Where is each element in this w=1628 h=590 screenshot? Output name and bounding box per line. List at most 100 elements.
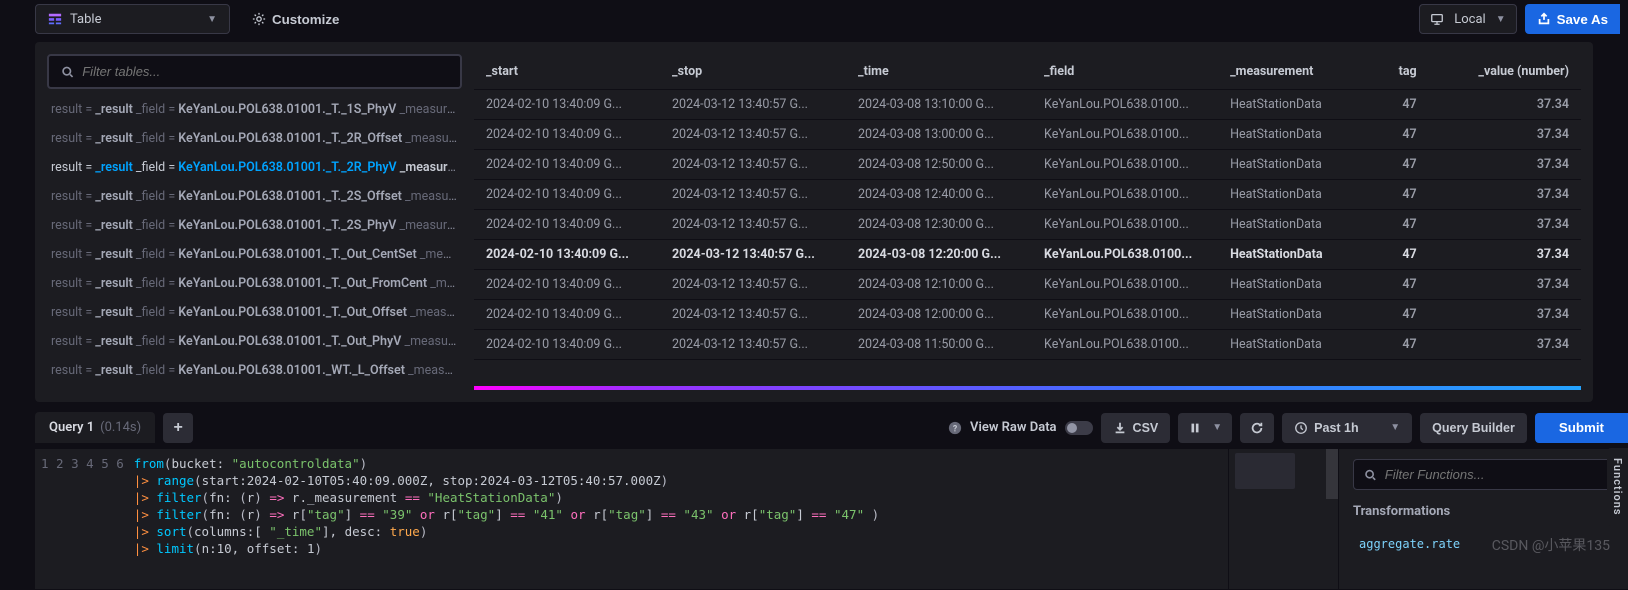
- table-cell: 2024-02-10 13:40:09 G...: [474, 270, 660, 300]
- pause-button[interactable]: ▼: [1178, 413, 1232, 443]
- table-row[interactable]: 2024-02-10 13:40:09 G...2024-03-12 13:40…: [474, 120, 1581, 150]
- table-row[interactable]: 2024-02-10 13:40:09 G...2024-03-12 13:40…: [474, 150, 1581, 180]
- query-tab[interactable]: Query 1 (0.14s): [35, 412, 155, 443]
- series-list-item[interactable]: result = _result _field = KeYanLou.POL63…: [47, 269, 462, 298]
- series-list-item[interactable]: result = _result _field = KeYanLou.POL63…: [47, 153, 462, 182]
- refresh-button[interactable]: [1240, 413, 1274, 443]
- column-header[interactable]: _field: [1032, 54, 1218, 90]
- table-cell: 2024-02-10 13:40:09 G...: [474, 330, 660, 360]
- table-cell: 2024-02-10 13:40:09 G...: [474, 120, 660, 150]
- save-as-label: Save As: [1557, 12, 1608, 27]
- table-cell: 2024-03-12 13:40:57 G...: [660, 210, 846, 240]
- download-icon: [1113, 421, 1127, 435]
- svg-text:?: ?: [953, 424, 958, 434]
- table-row[interactable]: 2024-02-10 13:40:09 G...2024-03-12 13:40…: [474, 210, 1581, 240]
- column-header[interactable]: _time: [846, 54, 1032, 90]
- csv-button[interactable]: CSV: [1101, 413, 1171, 443]
- table-cell: 2024-03-08 12:20:00 G...: [846, 240, 1032, 270]
- table-cell: 47: [1373, 120, 1429, 150]
- column-header[interactable]: _measurement: [1218, 54, 1373, 90]
- flux-editor[interactable]: from(bucket: "autocontroldata") |> range…: [134, 449, 1228, 589]
- column-header[interactable]: _start: [474, 54, 660, 90]
- view-type-dropdown[interactable]: Table ▼: [35, 4, 230, 34]
- table-row[interactable]: 2024-02-10 13:40:09 G...2024-03-12 13:40…: [474, 270, 1581, 300]
- query-header: Query 1 (0.14s) + ? View Raw Data CSV ▼ …: [0, 406, 1628, 449]
- minimap-viewport: [1326, 449, 1338, 499]
- column-header[interactable]: tag: [1373, 54, 1429, 90]
- table-row[interactable]: 2024-02-10 13:40:09 G...2024-03-12 13:40…: [474, 330, 1581, 360]
- table-cell: 47: [1373, 240, 1429, 270]
- column-header[interactable]: _stop: [660, 54, 846, 90]
- search-icon: [1364, 468, 1377, 482]
- table-cell: 37.34: [1429, 270, 1581, 300]
- filter-functions-wrap[interactable]: [1353, 459, 1614, 490]
- table-row[interactable]: 2024-02-10 13:40:09 G...2024-03-12 13:40…: [474, 180, 1581, 210]
- save-as-button[interactable]: Save As: [1525, 4, 1620, 34]
- query-builder-button[interactable]: Query Builder: [1420, 413, 1527, 443]
- table-cell: HeatStationData: [1218, 150, 1373, 180]
- table-cell: 2024-03-12 13:40:57 G...: [660, 330, 846, 360]
- local-dropdown[interactable]: Local ▼: [1419, 4, 1516, 34]
- add-query-button[interactable]: +: [163, 413, 193, 443]
- functions-section-title: Transformations: [1353, 500, 1614, 523]
- table-row[interactable]: 2024-02-10 13:40:09 G...2024-03-12 13:40…: [474, 90, 1581, 120]
- table-row[interactable]: 2024-02-10 13:40:09 G...2024-03-12 13:40…: [474, 300, 1581, 330]
- table-cell: 2024-03-12 13:40:57 G...: [660, 180, 846, 210]
- function-item[interactable]: aggregate.rate: [1353, 533, 1614, 555]
- query-tab-time: (0.14s): [100, 420, 141, 435]
- table-cell: KeYanLou.POL638.0100...: [1032, 180, 1218, 210]
- table-cell: 47: [1373, 210, 1429, 240]
- series-list-item[interactable]: result = _result _field = KeYanLou.POL63…: [47, 211, 462, 240]
- clock-icon: [1294, 421, 1308, 435]
- question-icon: ?: [948, 421, 962, 435]
- view-raw-label: View Raw Data: [970, 420, 1057, 435]
- series-list-item[interactable]: result = _result _field = KeYanLou.POL63…: [47, 240, 462, 269]
- table-cell: 2024-03-12 13:40:57 G...: [660, 150, 846, 180]
- data-table-scroll[interactable]: _start_stop_time_field_measurementtag_va…: [474, 54, 1581, 380]
- series-list: result = _result _field = KeYanLou.POL63…: [47, 95, 462, 390]
- table-cell: HeatStationData: [1218, 90, 1373, 120]
- series-list-item[interactable]: result = _result _field = KeYanLou.POL63…: [47, 327, 462, 356]
- main-panel: result = _result _field = KeYanLou.POL63…: [35, 42, 1593, 402]
- table-cell: KeYanLou.POL638.0100...: [1032, 90, 1218, 120]
- series-list-item[interactable]: result = _result _field = KeYanLou.POL63…: [47, 298, 462, 327]
- series-list-item[interactable]: result = _result _field = KeYanLou.POL63…: [47, 124, 462, 153]
- chevron-down-icon: ▼: [1212, 422, 1222, 433]
- table-cell: 2024-03-08 11:50:00 G...: [846, 330, 1032, 360]
- series-list-item[interactable]: result = _result _field = KeYanLou.POL63…: [47, 356, 462, 385]
- table-cell: HeatStationData: [1218, 300, 1373, 330]
- table-cell: 2024-03-08 12:30:00 G...: [846, 210, 1032, 240]
- table-cell: 37.34: [1429, 90, 1581, 120]
- series-list-item[interactable]: result = _result _field = KeYanLou.POL63…: [47, 95, 462, 124]
- functions-panel: Transformations aggregate.rate: [1338, 449, 1628, 589]
- series-list-item[interactable]: result = _result _field = KeYanLou.POL63…: [47, 182, 462, 211]
- view-raw-toggle[interactable]: ? View Raw Data: [948, 420, 1093, 435]
- customize-button[interactable]: Customize: [242, 6, 349, 33]
- computer-icon: [1430, 12, 1444, 26]
- table-cell: 47: [1373, 150, 1429, 180]
- progress-bar: [474, 386, 1581, 390]
- filter-tables-input[interactable]: [82, 64, 448, 79]
- time-range-dropdown[interactable]: Past 1h ▼: [1282, 413, 1412, 443]
- table-row[interactable]: 2024-02-10 13:40:09 G...2024-03-12 13:40…: [474, 240, 1581, 270]
- table-cell: 47: [1373, 300, 1429, 330]
- chevron-down-icon: ▼: [1390, 422, 1400, 433]
- pause-icon: [1188, 421, 1202, 435]
- table-cell: 47: [1373, 270, 1429, 300]
- filter-tables-wrap[interactable]: [47, 54, 462, 89]
- editor-minimap[interactable]: [1228, 449, 1338, 589]
- filter-functions-input[interactable]: [1385, 467, 1603, 482]
- table-cell: 37.34: [1429, 210, 1581, 240]
- refresh-icon: [1250, 421, 1264, 435]
- column-header[interactable]: _value (number): [1429, 54, 1581, 90]
- customize-label: Customize: [272, 12, 339, 27]
- table-cell: 2024-02-10 13:40:09 G...: [474, 300, 660, 330]
- submit-button[interactable]: Submit: [1535, 413, 1628, 443]
- table-cell: 37.34: [1429, 300, 1581, 330]
- table-cell: 47: [1373, 180, 1429, 210]
- table-cell: 2024-02-10 13:40:09 G...: [474, 180, 660, 210]
- table-cell: 2024-03-08 13:10:00 G...: [846, 90, 1032, 120]
- functions-side-tab[interactable]: Functions: [1607, 448, 1628, 526]
- table-cell: KeYanLou.POL638.0100...: [1032, 300, 1218, 330]
- table-cell: 2024-02-10 13:40:09 G...: [474, 150, 660, 180]
